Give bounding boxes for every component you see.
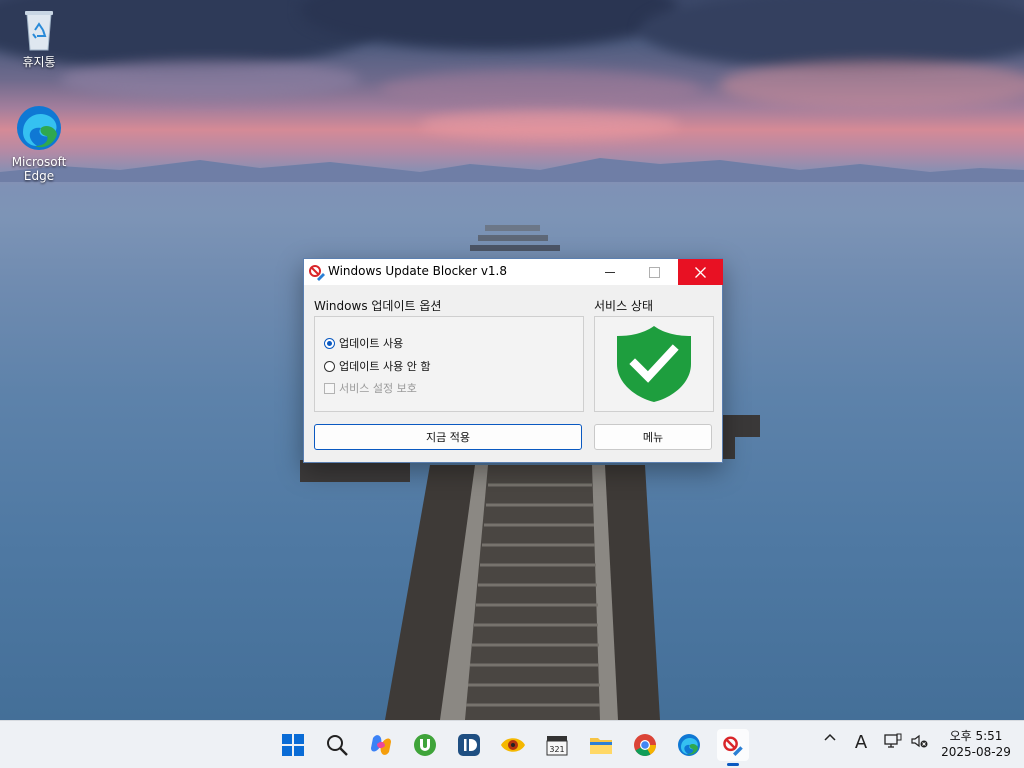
radio-enable-updates[interactable] bbox=[324, 337, 335, 349]
chevron-up-icon bbox=[824, 733, 836, 741]
maximize-button[interactable] bbox=[632, 259, 677, 285]
chrome-button[interactable] bbox=[629, 729, 661, 761]
options-group-label: Windows 업데이트 옵션 bbox=[314, 299, 442, 313]
ime-indicator[interactable]: A bbox=[850, 732, 872, 753]
status-group bbox=[594, 316, 714, 412]
edge-icon bbox=[17, 106, 61, 150]
monitor-icon bbox=[884, 733, 902, 748]
app-icon bbox=[309, 265, 325, 281]
honeyview-button[interactable] bbox=[497, 729, 529, 761]
folder-icon bbox=[590, 738, 612, 754]
desktop-icon-label: Microsoft Edge bbox=[11, 155, 67, 183]
apply-now-button[interactable]: 지금 적용 bbox=[314, 424, 582, 450]
search-icon bbox=[327, 735, 348, 756]
menu-button[interactable]: 메뉴 bbox=[594, 424, 712, 450]
protect-service-checkbox[interactable] bbox=[324, 382, 335, 394]
start-button[interactable] bbox=[277, 729, 309, 761]
edge-shortcut[interactable]: Microsoft Edge bbox=[7, 104, 71, 183]
protect-service-option[interactable]: 서비스 설정 보호 bbox=[324, 380, 417, 396]
mountains bbox=[0, 158, 1024, 182]
windows-logo-icon bbox=[282, 734, 304, 756]
close-button[interactable] bbox=[678, 259, 723, 285]
recycle-bin-icon bbox=[25, 11, 53, 51]
option-label: 서비스 설정 보호 bbox=[339, 382, 417, 395]
eye-viewer-icon bbox=[501, 738, 525, 752]
speaker-muted-icon bbox=[911, 734, 928, 748]
option-enable-updates[interactable]: 업데이트 사용 bbox=[324, 335, 403, 351]
svg-text:321: 321 bbox=[549, 745, 564, 754]
clock-time: 오후 5:51 bbox=[949, 729, 1003, 743]
close-icon bbox=[695, 266, 706, 278]
option-label: 업데이트 사용 안 함 bbox=[339, 360, 431, 373]
recycle-bin-shortcut[interactable]: 휴지통 bbox=[7, 8, 71, 69]
media-app-icon bbox=[458, 734, 480, 756]
app-button-1d[interactable] bbox=[453, 729, 485, 761]
display-button[interactable] bbox=[883, 733, 903, 749]
edge-icon bbox=[678, 734, 700, 756]
option-disable-updates[interactable]: 업데이트 사용 안 함 bbox=[324, 358, 430, 374]
options-group: 업데이트 사용 업데이트 사용 안 함 서비스 설정 보호 bbox=[314, 316, 584, 412]
search-button[interactable] bbox=[321, 729, 353, 761]
utorrent-button[interactable] bbox=[409, 729, 441, 761]
utorrent-icon bbox=[414, 734, 436, 756]
chrome-icon bbox=[634, 734, 656, 756]
copilot-icon bbox=[371, 735, 391, 755]
maximize-icon bbox=[649, 266, 660, 278]
clock[interactable]: 오후 5:51 2025-08-29 bbox=[936, 728, 1016, 760]
desktop-icon-label: 휴지통 bbox=[22, 55, 56, 69]
green-shield-check-icon bbox=[617, 326, 691, 402]
file-explorer-button[interactable] bbox=[585, 729, 617, 761]
show-hidden-icons-button[interactable] bbox=[820, 733, 840, 741]
wub-taskbar-button[interactable] bbox=[717, 729, 749, 766]
clock-date: 2025-08-29 bbox=[941, 745, 1011, 759]
edge-taskbar-button[interactable] bbox=[673, 729, 705, 761]
window-title: Windows Update Blocker v1.8 bbox=[328, 264, 507, 278]
volume-button[interactable] bbox=[909, 733, 929, 749]
copilot-button[interactable] bbox=[365, 729, 397, 761]
clapper-icon: 321 bbox=[546, 736, 568, 756]
minimize-icon bbox=[604, 271, 615, 273]
title-bar[interactable]: Windows Update Blocker v1.8 bbox=[304, 259, 723, 285]
wub-dialog: Windows Update Blocker v1.8 Windows 업데이트… bbox=[303, 258, 723, 463]
status-group-label: 서비스 상태 bbox=[594, 299, 654, 313]
radio-disable-updates[interactable] bbox=[324, 360, 335, 372]
taskbar: 321 A 오후 5:51 2025-08-29 bbox=[0, 720, 1024, 768]
option-label: 업데이트 사용 bbox=[339, 337, 404, 350]
potplayer-button[interactable]: 321 bbox=[541, 729, 573, 761]
app-icon bbox=[723, 736, 743, 756]
minimize-button[interactable] bbox=[587, 259, 632, 285]
